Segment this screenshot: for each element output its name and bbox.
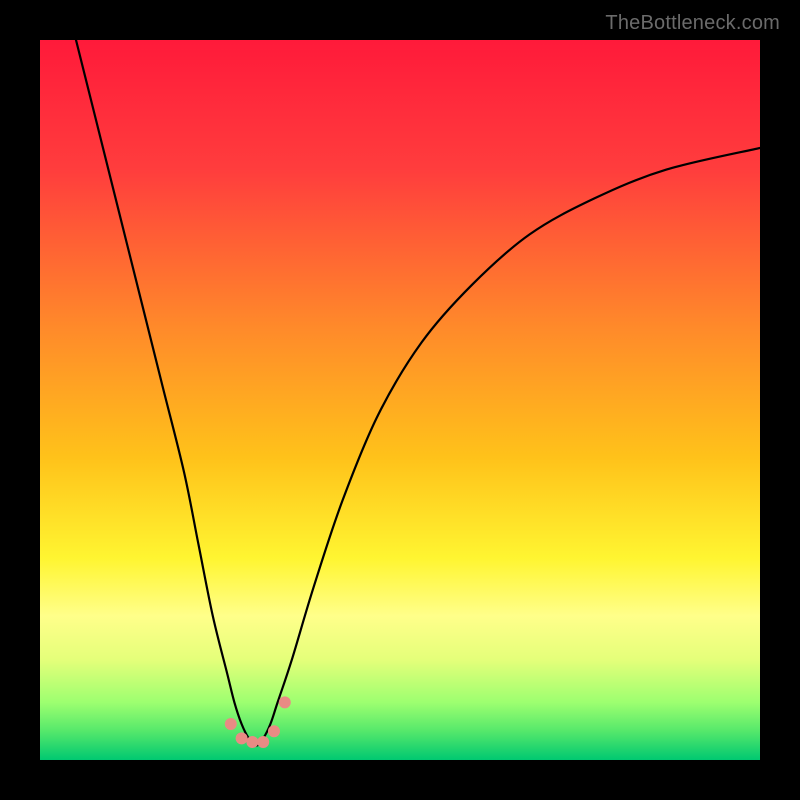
- highlight-dot: [279, 696, 291, 708]
- bottleneck-curve: [76, 40, 760, 746]
- chart-frame: TheBottleneck.com: [0, 0, 800, 800]
- plot-area: [40, 40, 760, 760]
- watermark-text: TheBottleneck.com: [605, 12, 780, 35]
- highlight-dot: [225, 718, 237, 730]
- highlight-dot: [268, 725, 280, 737]
- curve-layer: [40, 40, 760, 760]
- highlight-dot: [246, 736, 258, 748]
- highlight-dot: [257, 736, 269, 748]
- highlight-dot: [236, 732, 248, 744]
